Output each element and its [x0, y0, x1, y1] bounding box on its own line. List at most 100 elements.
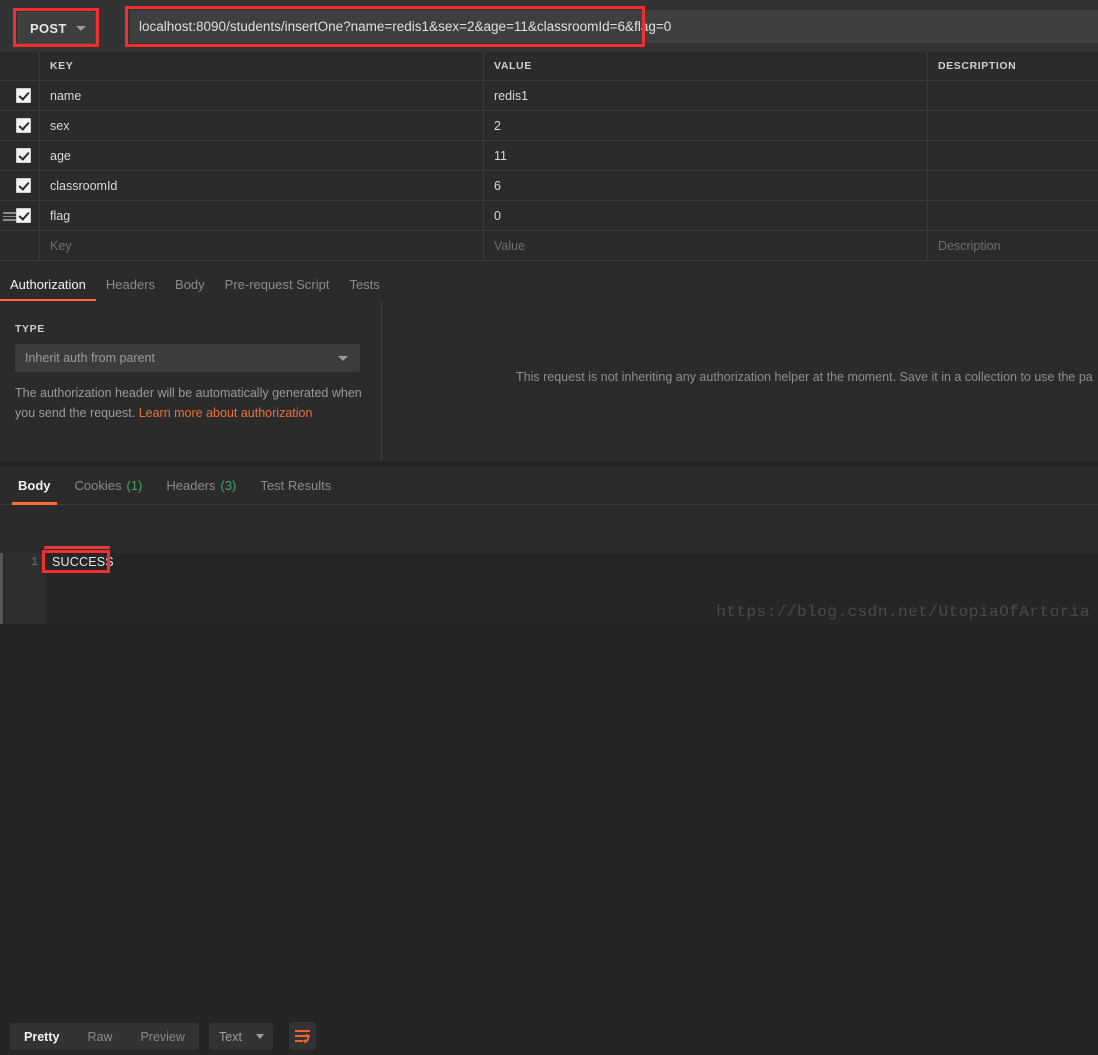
auth-learn-more-link[interactable]: Learn more about authorization: [139, 406, 313, 420]
http-method-selector[interactable]: POST: [18, 12, 96, 44]
row-key-cell[interactable]: flag: [40, 201, 484, 230]
auth-type-dropdown[interactable]: Inherit auth from parent: [15, 344, 360, 372]
word-wrap-button[interactable]: [289, 1022, 316, 1050]
new-row-checkbox-cell: [0, 231, 40, 260]
row-value-cell[interactable]: redis1: [484, 81, 928, 110]
row-value-cell[interactable]: 11: [484, 141, 928, 170]
params-table: KEY VALUE DESCRIPTION name redis1 sex 2 …: [0, 52, 1098, 261]
row-key-text: classroomId: [50, 178, 118, 193]
row-key-cell[interactable]: name: [40, 81, 484, 110]
tab-pre-request-script[interactable]: Pre-request Script: [215, 268, 340, 301]
format-value: Text: [219, 1029, 242, 1044]
row-key-text: sex: [50, 118, 70, 133]
response-body-text: SUCCESS: [52, 555, 114, 569]
response-body-toolbar: Pretty Raw Preview Text: [0, 506, 1098, 1050]
response-tab-body[interactable]: Body: [6, 467, 63, 505]
authorization-settings: TYPE Inherit auth from parent The author…: [0, 301, 382, 461]
row-description-cell[interactable]: [928, 111, 1098, 140]
auth-note: The authorization header will be automat…: [15, 383, 365, 423]
row-value-text: 0: [494, 208, 501, 223]
tab-headers[interactable]: Headers: [96, 268, 165, 301]
header-value: VALUE: [484, 52, 928, 80]
new-row-description-input[interactable]: Description: [928, 231, 1098, 260]
row-checkbox-cell[interactable]: [0, 111, 40, 140]
row-key-cell[interactable]: age: [40, 141, 484, 170]
header-key: KEY: [40, 52, 484, 80]
tab-tests[interactable]: Tests: [339, 268, 389, 301]
checkbox-icon[interactable]: [16, 178, 31, 193]
new-row-value-input[interactable]: Value: [484, 231, 928, 260]
header-check-cell: [0, 52, 40, 80]
new-row-key-placeholder: Key: [50, 238, 72, 253]
view-mode-raw[interactable]: Raw: [73, 1023, 126, 1050]
row-description-cell[interactable]: [928, 201, 1098, 230]
row-description-cell[interactable]: [928, 171, 1098, 200]
row-value-text: 11: [494, 148, 507, 163]
table-row: sex 2: [0, 111, 1098, 141]
line-number: 1: [31, 556, 38, 569]
response-tab-headers-label: Headers: [166, 478, 216, 493]
table-row-new: Key Value Description: [0, 231, 1098, 261]
row-checkbox-cell[interactable]: [0, 81, 40, 110]
row-key-cell[interactable]: classroomId: [40, 171, 484, 200]
row-key-text: flag: [50, 208, 71, 223]
response-tab-headers[interactable]: Headers (3): [154, 467, 248, 505]
line-number-gutter: 1: [4, 553, 46, 624]
response-tabs: Body Cookies (1) Headers (3) Test Result…: [0, 467, 1098, 505]
row-value-text: redis1: [494, 88, 529, 103]
chevron-down-icon: [75, 25, 86, 31]
new-row-key-input[interactable]: Key: [40, 231, 484, 260]
table-row: name redis1: [0, 81, 1098, 111]
row-value-text: 2: [494, 118, 501, 133]
row-description-cell[interactable]: [928, 81, 1098, 110]
chevron-down-icon: [256, 1034, 264, 1039]
chevron-down-icon: [338, 355, 348, 361]
table-header-row: KEY VALUE DESCRIPTION: [0, 52, 1098, 81]
checkbox-icon[interactable]: [16, 118, 31, 133]
row-description-cell[interactable]: [928, 141, 1098, 170]
table-row: flag 0: [0, 201, 1098, 231]
view-mode-preview[interactable]: Preview: [126, 1023, 198, 1050]
response-tab-headers-count: (3): [220, 478, 237, 493]
row-value-cell[interactable]: 6: [484, 171, 928, 200]
watermark: https://blog.csdn.net/UtopiaOfArtoria: [716, 603, 1090, 621]
tab-body[interactable]: Body: [165, 268, 215, 301]
response-tab-cookies[interactable]: Cookies (1): [63, 467, 155, 505]
auth-info-message: This request is not inheriting any autho…: [516, 370, 1093, 384]
tab-authorization[interactable]: Authorization: [0, 268, 96, 301]
authorization-panel: TYPE Inherit auth from parent The author…: [0, 301, 1098, 461]
checkbox-icon[interactable]: [16, 148, 31, 163]
row-value-cell[interactable]: 0: [484, 201, 928, 230]
response-tab-cookies-label: Cookies: [74, 478, 122, 493]
row-checkbox-cell[interactable]: [0, 141, 40, 170]
http-method-label: POST: [30, 20, 67, 36]
response-tab-cookies-count: (1): [126, 478, 143, 493]
format-dropdown[interactable]: Text: [209, 1023, 273, 1050]
view-mode-pretty[interactable]: Pretty: [10, 1023, 73, 1050]
vertical-scrollbar[interactable]: [0, 553, 3, 624]
auth-type-value: Inherit auth from parent: [25, 351, 155, 365]
checkbox-icon[interactable]: [16, 208, 31, 223]
postman-window: POST localhost:8090/students/insertOne?n…: [0, 0, 1098, 1050]
row-value-text: 6: [494, 178, 501, 193]
row-checkbox-cell[interactable]: [0, 171, 40, 200]
word-wrap-icon: [295, 1030, 310, 1044]
checkbox-icon[interactable]: [16, 88, 31, 103]
view-mode-group: Pretty Raw Preview: [10, 1023, 199, 1050]
drag-handle-icon[interactable]: [3, 212, 16, 221]
row-key-cell[interactable]: sex: [40, 111, 484, 140]
request-tabs: Authorization Headers Body Pre-request S…: [0, 268, 1098, 302]
row-value-cell[interactable]: 2: [484, 111, 928, 140]
row-checkbox-cell[interactable]: [0, 201, 40, 230]
row-key-text: age: [50, 148, 71, 163]
row-key-text: name: [50, 88, 82, 103]
table-row: classroomId 6: [0, 171, 1098, 201]
table-row: age 11: [0, 141, 1098, 171]
header-description: DESCRIPTION: [938, 60, 1017, 72]
request-url-bar: POST localhost:8090/students/insertOne?n…: [0, 0, 1098, 53]
new-row-description-placeholder: Description: [938, 238, 1001, 253]
response-body-viewer: 1 SUCCESS https://blog.csdn.net/UtopiaOf…: [0, 553, 1098, 624]
response-tab-test-results[interactable]: Test Results: [248, 467, 343, 505]
url-input[interactable]: localhost:8090/students/insertOne?name=r…: [130, 10, 1098, 43]
response-tab-body-label: Body: [18, 478, 51, 493]
